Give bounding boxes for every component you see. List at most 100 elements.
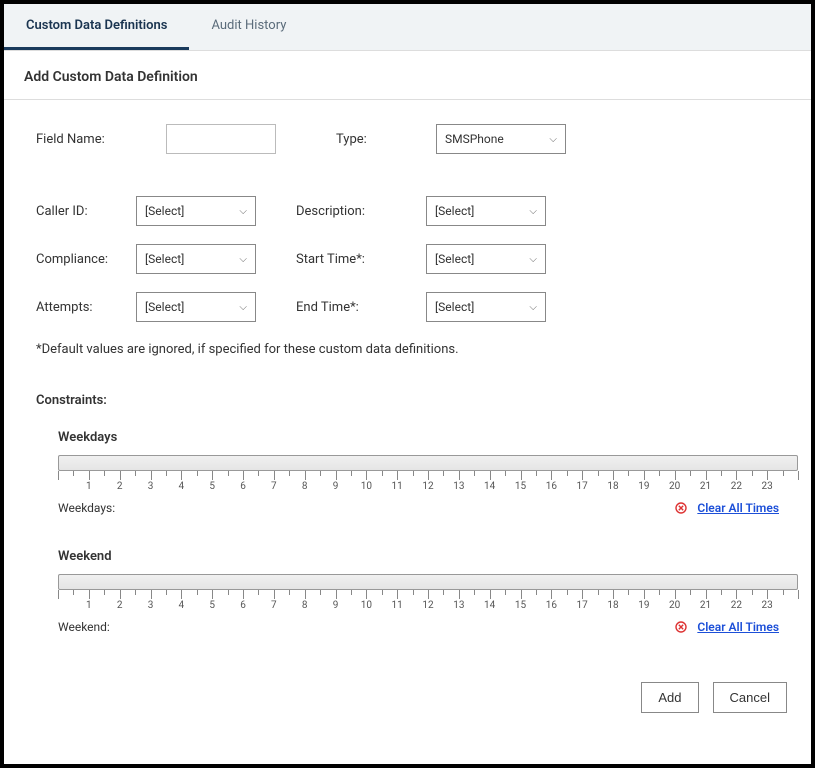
ruler-tick [505, 471, 506, 476]
tab-custom-data-definitions[interactable]: Custom Data Definitions [4, 4, 189, 50]
clear-all-times-weekend[interactable]: Clear All Times [697, 620, 779, 634]
ruler-tick [783, 471, 784, 476]
ruler-hour-label: 9 [333, 600, 339, 611]
ruler-tick [536, 471, 537, 476]
caller-id-label: Caller ID: [36, 204, 136, 219]
start-time-select[interactable]: [Select] ⌵ [426, 244, 546, 274]
ruler-tick [305, 590, 306, 599]
ruler-tick [289, 471, 290, 476]
ruler-hour-label: 7 [271, 481, 277, 492]
default-values-note: *Default values are ignored, if specifie… [36, 342, 779, 357]
ruler-hour-label: 19 [638, 481, 649, 492]
start-time-label: Start Time*: [296, 252, 426, 267]
ruler-hour-label: 19 [638, 600, 649, 611]
caller-id-select[interactable]: [Select] ⌵ [136, 196, 256, 226]
ruler-hour-label: 15 [515, 600, 526, 611]
ruler-tick [58, 471, 59, 480]
ruler-hour-label: 12 [422, 600, 433, 611]
ruler-hour-label: 10 [361, 600, 372, 611]
ruler-tick [644, 590, 645, 599]
ruler-tick [536, 590, 537, 595]
ruler-tick [443, 471, 444, 476]
chevron-down-icon: ⌵ [239, 206, 247, 217]
description-label: Description: [296, 204, 426, 219]
ruler-tick [706, 590, 707, 599]
description-select[interactable]: [Select] ⌵ [426, 196, 546, 226]
ruler-tick [258, 590, 259, 595]
ruler-tick [274, 471, 275, 480]
ruler-tick [628, 590, 629, 595]
ruler-hour-label: 11 [392, 481, 403, 492]
ruler-hour-label: 8 [302, 600, 308, 611]
ruler-tick [336, 471, 337, 480]
attempts-select[interactable]: [Select] ⌵ [136, 292, 256, 322]
cancel-button[interactable]: Cancel [713, 682, 787, 713]
ruler-tick [798, 590, 799, 599]
ruler-tick [613, 471, 614, 480]
ruler-hour-label: 20 [669, 600, 680, 611]
ruler-tick [675, 471, 676, 480]
ruler-tick [58, 590, 59, 599]
ruler-hour-label: 4 [179, 600, 185, 611]
weekend-timeline[interactable] [58, 574, 798, 590]
ruler-hour-label: 8 [302, 481, 308, 492]
ruler-tick [428, 471, 429, 480]
ruler-tick [258, 471, 259, 476]
ruler-hour-label: 17 [577, 481, 588, 492]
ruler-hour-label: 14 [484, 600, 495, 611]
ruler-hour-label: 21 [700, 600, 711, 611]
button-bar: Add Cancel [4, 668, 811, 713]
ruler-tick [551, 471, 552, 480]
ruler-tick [752, 471, 753, 476]
page-title: Add Custom Data Definition [4, 51, 811, 100]
ruler-tick [413, 590, 414, 595]
ruler-hour-label: 18 [607, 600, 618, 611]
end-time-select[interactable]: [Select] ⌵ [426, 292, 546, 322]
ruler-hour-label: 16 [546, 600, 557, 611]
type-select[interactable]: SMSPhone ⌵ [436, 124, 566, 154]
ruler-tick [397, 471, 398, 480]
ruler-tick [336, 590, 337, 599]
ruler-tick [305, 471, 306, 480]
ruler-tick [397, 590, 398, 599]
clear-all-times-weekdays[interactable]: Clear All Times [697, 501, 779, 515]
ruler-hour-label: 13 [453, 600, 464, 611]
tab-audit-history[interactable]: Audit History [189, 4, 308, 50]
ruler-hour-label: 15 [515, 481, 526, 492]
ruler-tick [752, 590, 753, 595]
ruler-tick [675, 590, 676, 599]
ruler-tick [459, 471, 460, 480]
ruler-tick [567, 471, 568, 476]
field-name-input[interactable] [166, 124, 276, 154]
add-button[interactable]: Add [641, 682, 698, 713]
ruler-hour-label: 11 [392, 600, 403, 611]
ruler-hour-label: 22 [731, 600, 742, 611]
ruler-tick [659, 590, 660, 595]
ruler-tick [73, 590, 74, 595]
ruler-tick [104, 590, 105, 595]
weekdays-footer-label: Weekdays: [58, 501, 115, 515]
ruler-tick [289, 590, 290, 595]
ruler-hour-label: 3 [148, 600, 154, 611]
ruler-tick [521, 590, 522, 599]
ruler-tick [798, 471, 799, 480]
ruler-tick [736, 590, 737, 599]
weekend-heading: Weekend [58, 549, 779, 564]
caller-id-select-value: [Select] [145, 204, 184, 218]
ruler-tick [490, 590, 491, 599]
end-time-select-value: [Select] [435, 300, 474, 314]
weekdays-timeline[interactable] [58, 455, 798, 471]
ruler-tick [382, 590, 383, 595]
weekend-ruler: 1234567891011121314151617181920212223 [58, 590, 798, 614]
ruler-hour-label: 20 [669, 481, 680, 492]
ruler-tick [181, 590, 182, 599]
weekend-block: Weekend 12345678910111213141516171819202… [58, 549, 779, 634]
chevron-down-icon: ⌵ [239, 254, 247, 265]
ruler-hour-label: 23 [762, 600, 773, 611]
type-label: Type: [336, 132, 436, 147]
compliance-select[interactable]: [Select] ⌵ [136, 244, 256, 274]
ruler-tick [228, 471, 229, 476]
ruler-tick [151, 471, 152, 480]
ruler-tick [428, 590, 429, 599]
ruler-tick [351, 590, 352, 595]
